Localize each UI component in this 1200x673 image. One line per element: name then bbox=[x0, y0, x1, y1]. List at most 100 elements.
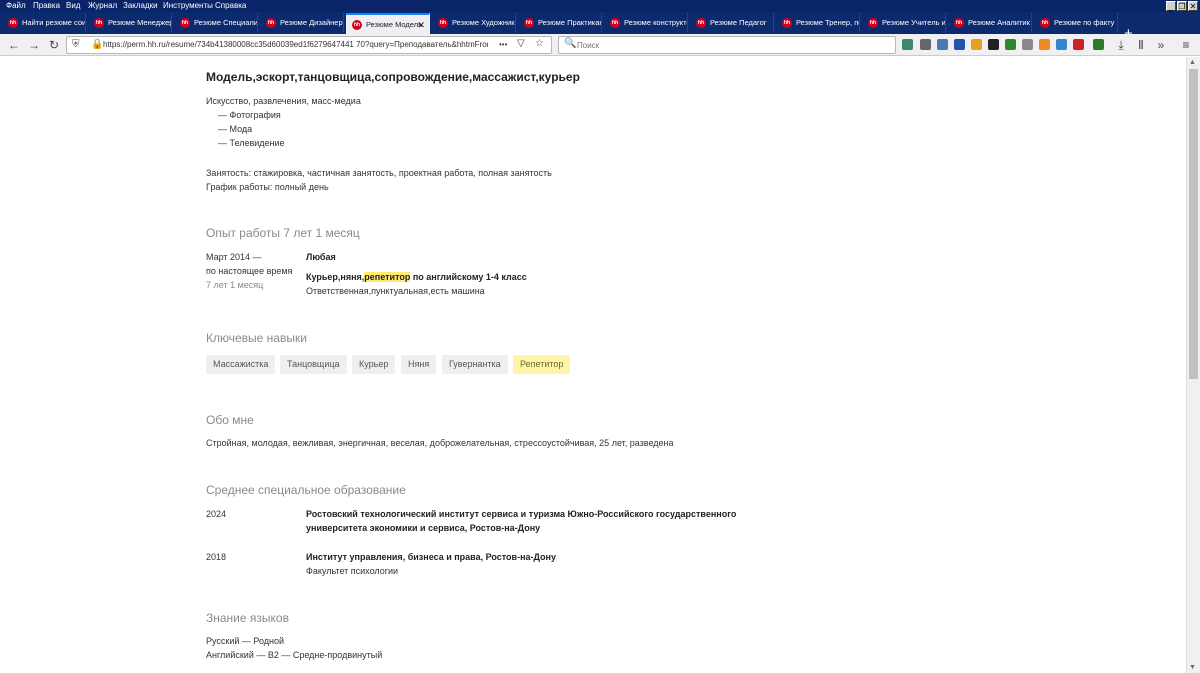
search-highlight: репетитор bbox=[364, 272, 411, 282]
tab[interactable]: hh Резюме конструктор bbox=[604, 13, 688, 33]
tab-label: Резюме Художник bbox=[452, 18, 515, 27]
tab[interactable]: hh Резюме Художник bbox=[432, 13, 516, 33]
hamburger-menu-icon[interactable]: ≡ bbox=[1178, 37, 1194, 53]
menu-view[interactable]: Вид bbox=[66, 0, 80, 12]
menu-bookmarks[interactable]: Закладки bbox=[123, 0, 158, 12]
skill-tag-highlighted: Репетитор bbox=[513, 355, 571, 374]
languages-heading: Знание языков bbox=[206, 611, 289, 625]
scrollbar-thumb[interactable] bbox=[1189, 69, 1198, 379]
education-institution: Институт управления, бизнеса и права, Ро… bbox=[306, 552, 556, 562]
overflow-chevron-icon[interactable]: » bbox=[1153, 37, 1169, 53]
lock-icon[interactable]: 🔒 bbox=[91, 39, 103, 50]
industry: Искусство, развлечения, масс-медиа bbox=[206, 96, 361, 106]
hh-logo-icon: hh bbox=[8, 18, 18, 28]
extension-icon[interactable] bbox=[902, 39, 913, 50]
extension-icon[interactable] bbox=[1005, 39, 1016, 50]
forward-icon[interactable]: → bbox=[26, 37, 42, 53]
specialization: — Телевидение bbox=[218, 138, 285, 148]
extension-icon[interactable] bbox=[971, 39, 982, 50]
extension-icon[interactable] bbox=[988, 39, 999, 50]
minimize-button[interactable]: _ bbox=[1166, 1, 1176, 11]
tab[interactable]: hh Резюме Практикант bbox=[518, 13, 602, 33]
tab[interactable]: hh Резюме Аналитик bbox=[948, 13, 1032, 33]
experience-heading: Опыт работы 7 лет 1 месяц bbox=[206, 226, 360, 240]
restore-button[interactable]: ❐ bbox=[1177, 1, 1187, 11]
bookmark-star-icon[interactable]: ☆ bbox=[535, 38, 544, 49]
skill-tag: Курьер bbox=[352, 355, 396, 374]
tab[interactable]: hh Резюме по факту bbox=[1034, 13, 1118, 33]
extension-icon[interactable] bbox=[937, 39, 948, 50]
extension-icon[interactable] bbox=[1039, 39, 1050, 50]
tab[interactable]: hh Резюме Менеджер bbox=[88, 13, 172, 33]
tab[interactable]: hh Резюме Тренер, пе bbox=[776, 13, 860, 33]
position-title: Курьер,няня,репетитор по английскому 1-4… bbox=[306, 272, 527, 282]
tab-label: Резюме по факту bbox=[1054, 18, 1115, 27]
menu-edit[interactable]: Правка bbox=[33, 0, 60, 12]
tab[interactable]: hh Резюме Специалист bbox=[174, 13, 258, 33]
specialization: — Фотография bbox=[218, 110, 281, 120]
menu-help[interactable]: Справка bbox=[215, 0, 246, 12]
extension-icon[interactable] bbox=[1056, 39, 1067, 50]
tab[interactable]: hh Резюме Дизайнер bbox=[260, 13, 344, 33]
work-schedule: График работы: полный день bbox=[206, 182, 329, 192]
education-year: 2024 bbox=[206, 509, 227, 519]
search-input[interactable] bbox=[577, 38, 877, 52]
close-window-button[interactable]: ✕ bbox=[1188, 1, 1198, 11]
tab-label: Резюме Аналитик bbox=[968, 18, 1030, 27]
hh-logo-icon: hh bbox=[1040, 18, 1050, 28]
education-faculty: Факультет психологии bbox=[306, 566, 399, 576]
tab-label: Резюме Педагог bbox=[710, 18, 767, 27]
extension-icon[interactable] bbox=[1073, 39, 1084, 50]
page-actions-button[interactable]: ••• bbox=[499, 40, 507, 49]
search-bar[interactable]: 🔍 bbox=[558, 36, 896, 54]
extension-icon[interactable] bbox=[1093, 39, 1104, 50]
hh-logo-icon: hh bbox=[954, 18, 964, 28]
experience-period-start: Март 2014 — bbox=[206, 252, 262, 262]
tab[interactable]: hh Найти резюме соискателя bbox=[2, 13, 86, 33]
experience-duration: 7 лет 1 месяц bbox=[206, 280, 264, 290]
language-item: Английский — B2 — Средне-продвинутый bbox=[206, 650, 383, 660]
vertical-scrollbar[interactable]: ▲ ▼ bbox=[1186, 57, 1200, 673]
tab-label: Резюме Модель bbox=[366, 20, 422, 29]
back-icon[interactable]: ← bbox=[6, 37, 22, 53]
extension-icon[interactable] bbox=[954, 39, 965, 50]
url-text[interactable]: https://perm.hh.ru/resume/734b41380008cc… bbox=[103, 40, 488, 49]
hh-logo-icon: hh bbox=[524, 18, 534, 28]
download-icon[interactable]: ⤓ bbox=[1113, 37, 1129, 53]
hh-logo-icon: hh bbox=[782, 18, 792, 28]
scroll-up-icon[interactable]: ▲ bbox=[1189, 59, 1196, 66]
hh-logo-icon: hh bbox=[352, 20, 362, 30]
pocket-icon[interactable]: ▽ bbox=[517, 38, 525, 49]
skills-heading: Ключевые навыки bbox=[206, 331, 307, 345]
library-icon[interactable]: Ⅱ bbox=[1133, 37, 1149, 53]
company-name: Любая bbox=[306, 252, 336, 262]
close-tab-icon[interactable]: ✕ bbox=[417, 15, 425, 34]
education-institution: университета экономики и сервиса, Ростов… bbox=[306, 523, 541, 533]
tab-label: Резюме Учитель и bbox=[882, 18, 946, 27]
hh-logo-icon: hh bbox=[438, 18, 448, 28]
extension-icon[interactable] bbox=[920, 39, 931, 50]
hh-logo-icon: hh bbox=[696, 18, 706, 28]
skill-tag: Гувернантка bbox=[442, 355, 508, 374]
skill-tag: Танцовщица bbox=[280, 355, 347, 374]
reload-icon[interactable]: ↻ bbox=[46, 37, 62, 53]
hh-logo-icon: hh bbox=[94, 18, 104, 28]
tab[interactable]: hh Резюме Педагог bbox=[690, 13, 774, 33]
skill-tag: Массажистка bbox=[206, 355, 276, 374]
menu-tools[interactable]: Инструменты bbox=[163, 0, 213, 12]
tab[interactable]: hh Резюме Учитель и bbox=[862, 13, 946, 33]
tab-label: Резюме Специалист bbox=[194, 18, 258, 27]
tab-active[interactable]: hh Резюме Модель ✕ bbox=[346, 13, 430, 34]
tab-label: Резюме Дизайнер bbox=[280, 18, 343, 27]
address-bar[interactable]: ⛨ 🔒 https://perm.hh.ru/resume/734b413800… bbox=[66, 36, 552, 54]
tab-label: Найти резюме соискателя bbox=[22, 18, 86, 27]
shield-icon[interactable]: ⛨ bbox=[72, 39, 80, 50]
about-heading: Обо мне bbox=[206, 413, 254, 427]
menu-history[interactable]: Журнал bbox=[88, 0, 117, 12]
menu-bar: Файл Правка Вид Журнал Закладки Инструме… bbox=[0, 0, 1200, 12]
scroll-down-icon[interactable]: ▼ bbox=[1189, 664, 1196, 671]
extension-icon[interactable] bbox=[1022, 39, 1033, 50]
menu-file[interactable]: Файл bbox=[6, 0, 26, 12]
resume-page: Модель,эскорт,танцовщица,сопровождение,м… bbox=[0, 57, 1186, 673]
skill-tag: Няня bbox=[401, 355, 437, 374]
